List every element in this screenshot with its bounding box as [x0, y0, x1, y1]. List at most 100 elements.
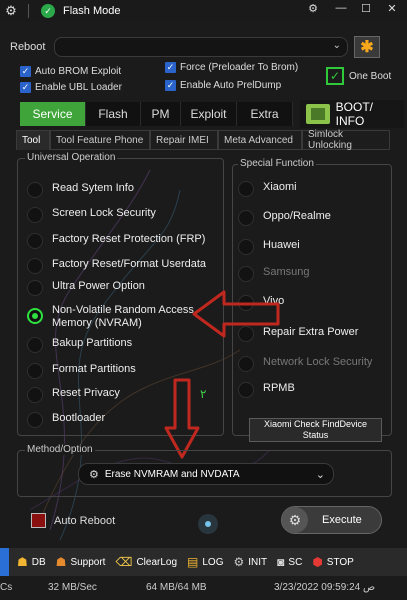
enable-ubl-checkbox[interactable]: ✓ Enable UBL Loader [20, 82, 122, 93]
force-preloader-checkbox[interactable]: ✓ Force (Preloader To Brom) [165, 62, 298, 73]
tab-simlock-unlocking[interactable]: Simlock Unlocking [302, 129, 390, 151]
radio-factory-reset[interactable]: Factory Reset/Format Userdata [27, 258, 206, 274]
reboot-label: Reboot [10, 41, 46, 53]
radio-read-system-info[interactable]: Read Sytem Info [27, 182, 134, 198]
log-button[interactable]: ▤ LOG [187, 555, 223, 569]
stop-button[interactable]: ⬢ STOP [312, 555, 354, 569]
universal-operation-title: Universal Operation [25, 152, 118, 163]
radio-dot-selected [27, 308, 43, 324]
radio-nvram[interactable]: Non-Volatile Random Access Memory (NVRAM… [27, 304, 207, 330]
radio-dot [238, 326, 254, 342]
radio-ultra-power[interactable]: Ultra Power Option [27, 280, 145, 296]
radio-frp[interactable]: Factory Reset Protection (FRP) [27, 233, 205, 249]
tab-extra[interactable]: Extra [237, 102, 293, 126]
radio-label: Oppo/Realme [263, 210, 331, 222]
enable-preldump-checkbox[interactable]: ✓ Enable Auto PrelDump [165, 80, 281, 91]
support-icon: ☗ [55, 555, 67, 569]
radio-label: Xiaomi [263, 181, 297, 193]
main-tabs: Service Flash PM Exploit Extra [20, 102, 293, 126]
reboot-select[interactable]: ⌄ [54, 37, 348, 57]
method-option-title: Method/Option [25, 444, 95, 455]
radio-rpmb[interactable]: RPMB [238, 382, 295, 398]
log-label: LOG [202, 556, 224, 568]
star-button[interactable]: ✱ [354, 36, 380, 58]
tab-pm[interactable]: PM [141, 102, 181, 126]
radio-label: Huawei [263, 239, 300, 251]
close-button[interactable]: ✕ [381, 2, 403, 15]
radio-samsung: Samsung [238, 266, 309, 282]
radio-label: Bootloader [52, 412, 106, 424]
chevron-down-icon: ⌄ [332, 40, 341, 51]
clearlog-label: ClearLog [136, 556, 178, 568]
radio-dot [238, 295, 254, 311]
radio-label: Repair Extra Power [263, 326, 359, 338]
tab-repair-imei[interactable]: Repair IMEI [150, 130, 218, 150]
tab-exploit[interactable]: Exploit [181, 102, 237, 126]
tab-service[interactable]: Service [20, 102, 86, 126]
radio-huawei[interactable]: Huawei [238, 239, 300, 255]
execute-button[interactable]: ⚙ Execute [281, 506, 382, 534]
checkbox-box [31, 513, 46, 528]
radio-label: Factory Reset/Format Userdata [52, 258, 207, 270]
tab-tool[interactable]: Tool [16, 130, 50, 150]
db-label: DB [31, 556, 46, 568]
radio-dot [238, 356, 254, 372]
settings-icon[interactable]: ⚙ [302, 2, 324, 15]
log-icon: ▤ [187, 555, 199, 569]
radio-label: Read Sytem Info [52, 182, 134, 194]
init-button[interactable]: ⚙ INIT [234, 555, 268, 569]
radio-label: Format Partitions [52, 363, 136, 375]
init-label: INIT [248, 556, 268, 568]
special-function-title: Special Function [238, 158, 316, 169]
one-boot-label: One Boot [349, 70, 392, 82]
check-icon: ✓ [20, 66, 31, 77]
asterisk-icon: ✱ [360, 39, 374, 56]
clearlog-button[interactable]: ⌫ ClearLog [115, 555, 177, 569]
radio-dot [27, 363, 43, 379]
radio-dot [27, 387, 43, 403]
radio-label: Ultra Power Option [52, 280, 145, 292]
radio-oppo-realme[interactable]: Oppo/Realme [238, 210, 331, 226]
gear-icon: ⚙ [89, 468, 99, 481]
auto-reboot-checkbox[interactable]: Auto Reboot [31, 513, 115, 528]
gear-icon[interactable]: ⚙ [0, 3, 22, 19]
broom-icon: ⌫ [115, 555, 133, 569]
auto-brom-checkbox[interactable]: ✓ Auto BROM Exploit [20, 66, 121, 77]
radio-xiaomi[interactable]: Xiaomi [238, 181, 297, 197]
radio-label: Samsung [263, 266, 310, 278]
tab-meta-advanced[interactable]: Meta Advanced [218, 130, 302, 150]
radio-vivo[interactable]: Vivo [238, 295, 284, 311]
minimize-button[interactable]: — [330, 2, 352, 14]
enable-ubl-label: Enable UBL Loader [35, 82, 122, 93]
auto-reboot-label: Auto Reboot [54, 514, 116, 527]
check-icon: ✓ [165, 80, 176, 91]
bottom-toolbar: ☗ DB ☗ Support ⌫ ClearLog ▤ LOG ⚙ INIT ◙ SC ⬢ S… [0, 548, 407, 576]
status-bar: Cs 32 MB/Sec 64 MB/64 MB 3/23/2022 09:59… [0, 576, 407, 600]
radio-dot [27, 207, 43, 223]
chip-icon [306, 104, 330, 124]
sc-button[interactable]: ◙ SC [277, 555, 302, 569]
radio-bootloader[interactable]: Bootloader [27, 412, 105, 428]
status-datetime: 3/23/2022 09:59:24 ص [274, 582, 376, 593]
camera-icon: ◙ [277, 555, 285, 569]
radio-screen-lock-security[interactable]: Screen Lock Security [27, 207, 156, 223]
radio-repair-extra-power[interactable]: Repair Extra Power [238, 326, 358, 342]
radio-reset-privacy[interactable]: Reset Privacy [27, 387, 120, 403]
radio-network-lock-security: Network Lock Security [238, 356, 372, 372]
tab-tool-feature-phone[interactable]: Tool Feature Phone [50, 130, 150, 150]
tab-flash[interactable]: Flash [86, 102, 141, 126]
boot-info-button[interactable]: BOOT/ INFO [300, 100, 404, 128]
one-boot-checkbox[interactable]: ✓ One Boot [326, 67, 391, 85]
xiaomi-check-finddevice-button[interactable]: Xiaomi Check FindDevice Status [249, 418, 382, 442]
status-left: Cs [0, 582, 13, 593]
db-button[interactable]: ☗ DB [17, 555, 46, 569]
radio-format-partitions[interactable]: Format Partitions [27, 363, 136, 379]
boot-info-label: BOOT/ INFO [335, 100, 373, 128]
support-button[interactable]: ☗ Support [56, 555, 106, 569]
check-icon: ✓ [165, 62, 176, 73]
radio-dot [238, 382, 254, 398]
method-select[interactable]: ⚙ Erase NVMRAM and NVDATA ⌄ [78, 463, 334, 485]
window-title: Flash Mode [63, 5, 121, 17]
maximize-button[interactable]: ☐ [355, 2, 377, 15]
radio-backup-partitions[interactable]: Bakup Partitions [27, 337, 132, 353]
